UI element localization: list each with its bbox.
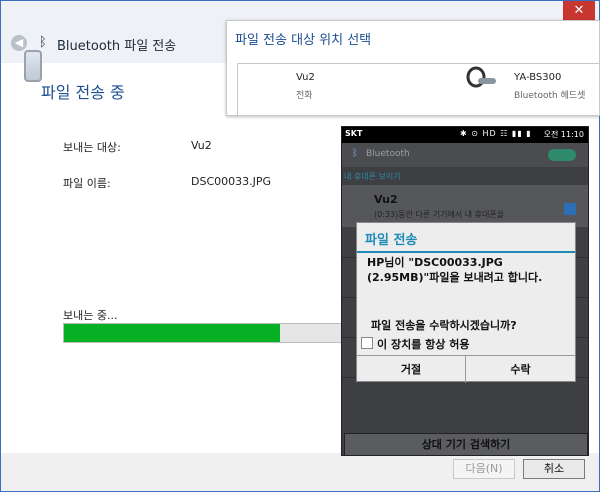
cancel-button[interactable]: 취소 [523, 459, 585, 479]
bluetooth-toggle[interactable] [548, 149, 576, 161]
device-name-vu2[interactable]: Vu2 [296, 72, 315, 83]
headset-icon[interactable] [466, 66, 498, 88]
device-type-vu2: 전화 [296, 91, 313, 101]
phone-device-row[interactable] [342, 185, 588, 227]
dialog-title: 파일 전송 [365, 233, 418, 248]
device-name-headset[interactable]: YA-BS300 [514, 72, 561, 83]
page-heading: 파일 전송 중 [41, 83, 125, 102]
dialog-title-divider [357, 251, 575, 253]
close-button[interactable]: ✕ [563, 1, 595, 21]
phone-device-sub: (0:33)동안 다른 기기에서 내 휴대폰을 [374, 210, 505, 219]
bluetooth-icon: ᛒ [352, 148, 358, 159]
status-icons: ✱ ⊙ HD ☷ ▮▮ ▮ [460, 129, 532, 138]
recipient-value: Vu2 [191, 139, 212, 152]
always-allow-label[interactable]: 이 장치를 항상 허용 [377, 336, 469, 352]
dialog-buttons: 거절 수락 [357, 355, 575, 383]
phone-appbar: ᛒ Bluetooth [342, 143, 588, 167]
file-transfer-dialog: 파일 전송 HP님이 "DSC00033.JPG (2.95MB)"파일을 보내… [356, 222, 576, 383]
visibility-section-label: 내 휴대폰 보이기 [344, 172, 401, 181]
next-button[interactable]: 다음(N) [453, 459, 515, 479]
dialog-message: HP님이 "DSC00033.JPG (2.95MB)"파일을 보내려고 합니다… [367, 256, 543, 284]
search-devices-button[interactable]: 상대 기기 검색하기 [344, 433, 588, 455]
phone-appbar-title: Bluetooth [366, 149, 410, 159]
progress-fill [64, 324, 280, 342]
visibility-checkbox[interactable] [564, 203, 576, 215]
status-time: 오전 11:10 [543, 130, 584, 139]
bluetooth-icon: ᛒ [39, 35, 47, 50]
back-button[interactable]: ◀ [11, 35, 27, 51]
filename-value: DSC00033.JPG [191, 175, 272, 188]
reject-button[interactable]: 거절 [357, 356, 466, 383]
device-type-headset: Bluetooth 헤드셋 [514, 91, 586, 101]
always-allow-checkbox[interactable] [361, 337, 373, 349]
window-title: Bluetooth 파일 전송 [57, 39, 177, 54]
accept-button[interactable]: 수락 [466, 356, 575, 383]
dialog-question: 파일 전송을 수락하시겠습니까? [371, 319, 517, 332]
recipient-label: 보내는 대상: [63, 141, 121, 154]
progress-label: 보내는 중... [63, 309, 118, 322]
filename-label: 파일 이름: [63, 177, 111, 190]
picker-title: 파일 전송 대상 위치 선택 [235, 33, 372, 48]
phone-icon[interactable] [24, 50, 42, 82]
phone-status-bar: SKT ✱ ⊙ HD ☷ ▮▮ ▮ 오전 11:10 [342, 127, 588, 143]
progress-bar [63, 323, 353, 343]
carrier-label: SKT [345, 129, 363, 138]
destination-picker: 파일 전송 대상 위치 선택 [226, 20, 600, 117]
phone-device-name: Vu2 [374, 193, 398, 206]
